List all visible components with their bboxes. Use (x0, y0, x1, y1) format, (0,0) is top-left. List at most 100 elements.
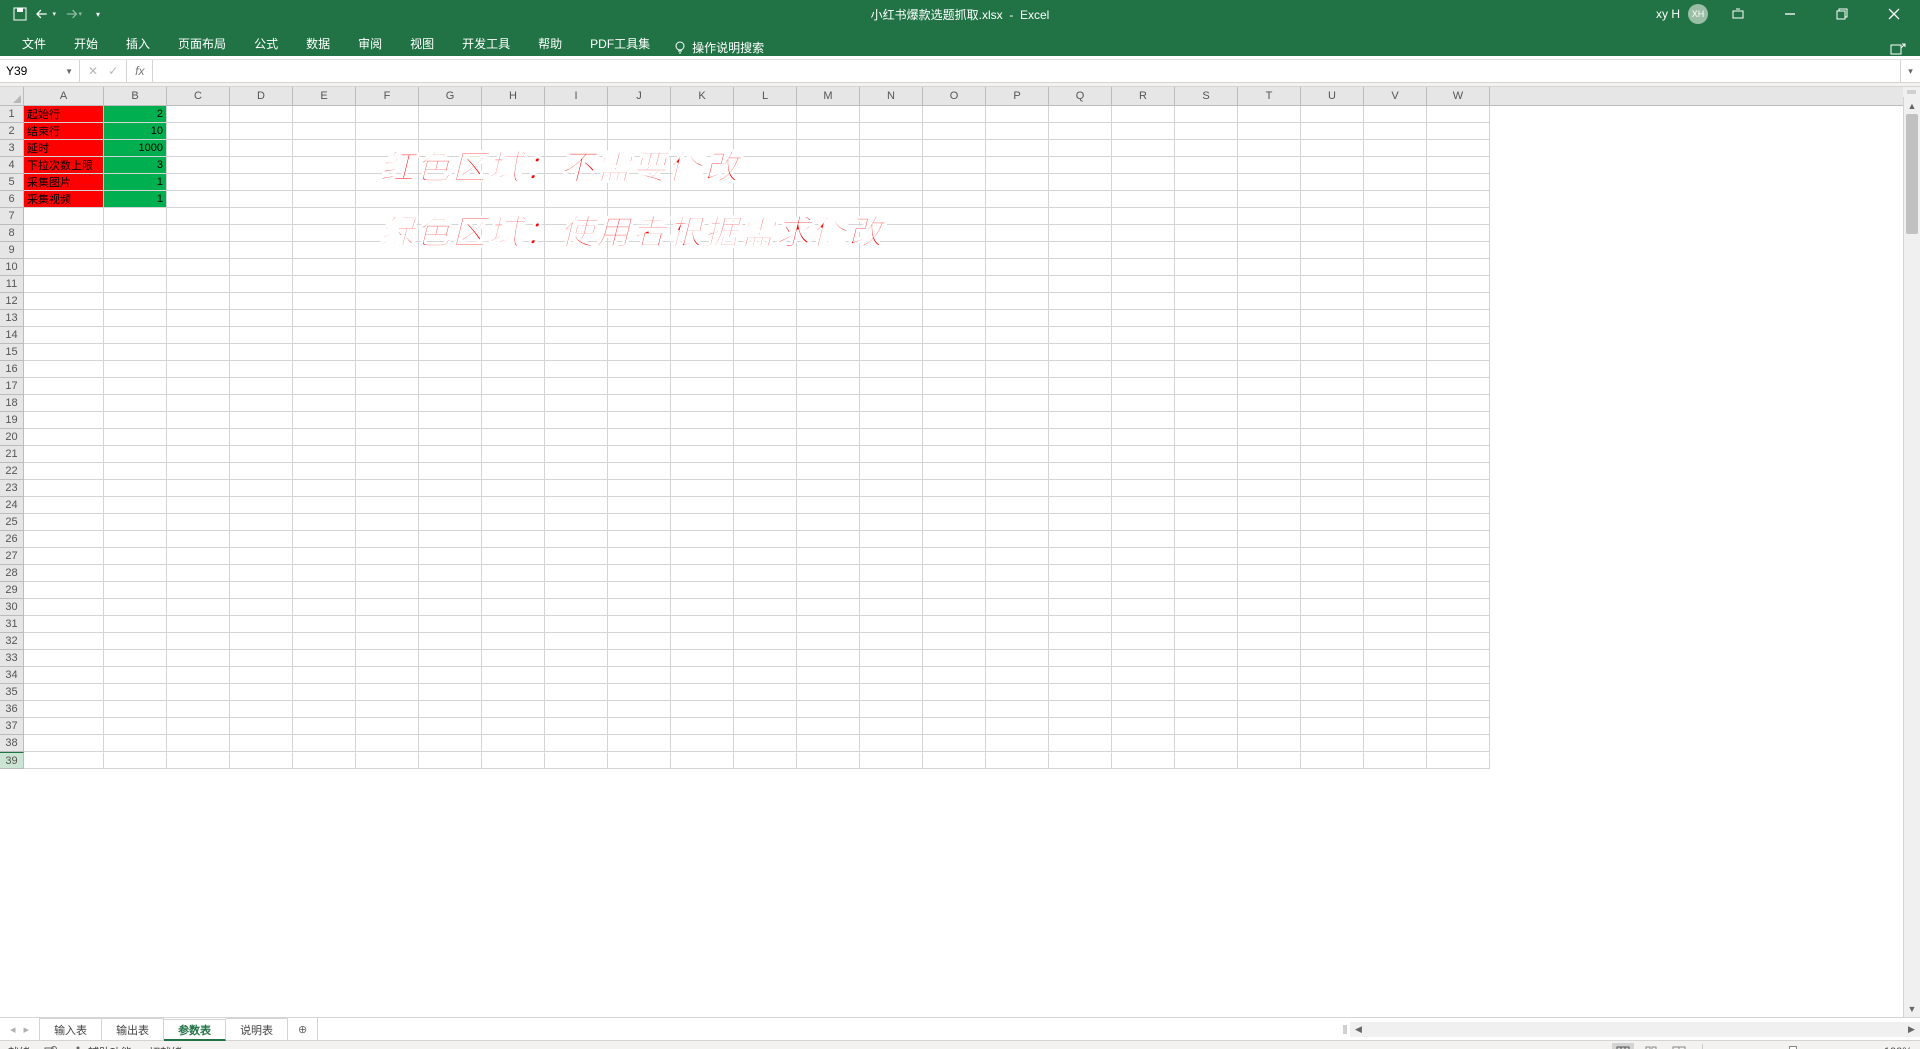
cell-R16[interactable] (1112, 361, 1175, 378)
cell-O30[interactable] (923, 599, 986, 616)
cell-T7[interactable] (1238, 208, 1301, 225)
cell-T24[interactable] (1238, 497, 1301, 514)
horizontal-split-handle[interactable] (1340, 1022, 1350, 1037)
cell-G23[interactable] (419, 480, 482, 497)
cell-N36[interactable] (860, 701, 923, 718)
cell-C20[interactable] (167, 429, 230, 446)
cell-I32[interactable] (545, 633, 608, 650)
cell-K35[interactable] (671, 684, 734, 701)
cell-T4[interactable] (1238, 157, 1301, 174)
cell-R24[interactable] (1112, 497, 1175, 514)
cell-G31[interactable] (419, 616, 482, 633)
cell-N27[interactable] (860, 548, 923, 565)
cell-A5[interactable]: 采集图片 (24, 174, 104, 191)
cell-G3[interactable] (419, 140, 482, 157)
cell-S8[interactable] (1175, 225, 1238, 242)
cell-E15[interactable] (293, 344, 356, 361)
cell-I15[interactable] (545, 344, 608, 361)
cell-H24[interactable] (482, 497, 545, 514)
cell-S33[interactable] (1175, 650, 1238, 667)
cell-J17[interactable] (608, 378, 671, 395)
cell-R8[interactable] (1112, 225, 1175, 242)
cell-H13[interactable] (482, 310, 545, 327)
cell-N10[interactable] (860, 259, 923, 276)
cell-O24[interactable] (923, 497, 986, 514)
zoom-in-button[interactable]: + (1862, 1044, 1870, 1049)
cell-U27[interactable] (1301, 548, 1364, 565)
cell-I28[interactable] (545, 565, 608, 582)
cell-U2[interactable] (1301, 123, 1364, 140)
cell-F35[interactable] (356, 684, 419, 701)
cell-C7[interactable] (167, 208, 230, 225)
cell-I20[interactable] (545, 429, 608, 446)
cell-M13[interactable] (797, 310, 860, 327)
cell-N16[interactable] (860, 361, 923, 378)
cell-T6[interactable] (1238, 191, 1301, 208)
column-header-V[interactable]: V (1364, 87, 1427, 105)
sheet-tab-0[interactable]: 输入表 (40, 1018, 102, 1040)
cell-G25[interactable] (419, 514, 482, 531)
cell-R26[interactable] (1112, 531, 1175, 548)
cell-Q12[interactable] (1049, 293, 1112, 310)
cell-I6[interactable] (545, 191, 608, 208)
cell-W26[interactable] (1427, 531, 1490, 548)
cell-P13[interactable] (986, 310, 1049, 327)
cell-Q23[interactable] (1049, 480, 1112, 497)
sheet-tab-1[interactable]: 输出表 (102, 1018, 164, 1040)
cell-L25[interactable] (734, 514, 797, 531)
cell-S30[interactable] (1175, 599, 1238, 616)
cell-K32[interactable] (671, 633, 734, 650)
cell-L20[interactable] (734, 429, 797, 446)
tab-view[interactable]: 视图 (396, 30, 448, 56)
cell-D29[interactable] (230, 582, 293, 599)
cell-J11[interactable] (608, 276, 671, 293)
cell-S11[interactable] (1175, 276, 1238, 293)
cell-H5[interactable] (482, 174, 545, 191)
cell-F7[interactable] (356, 208, 419, 225)
cell-R32[interactable] (1112, 633, 1175, 650)
cell-F37[interactable] (356, 718, 419, 735)
cell-G38[interactable] (419, 735, 482, 752)
cell-V34[interactable] (1364, 667, 1427, 684)
cell-N29[interactable] (860, 582, 923, 599)
cell-M37[interactable] (797, 718, 860, 735)
cell-J9[interactable] (608, 242, 671, 259)
cell-W28[interactable] (1427, 565, 1490, 582)
cell-N37[interactable] (860, 718, 923, 735)
cell-D16[interactable] (230, 361, 293, 378)
cell-E20[interactable] (293, 429, 356, 446)
cell-O18[interactable] (923, 395, 986, 412)
tab-page-layout[interactable]: 页面布局 (164, 30, 240, 56)
cell-T38[interactable] (1238, 735, 1301, 752)
cell-D9[interactable] (230, 242, 293, 259)
cell-Q38[interactable] (1049, 735, 1112, 752)
cell-M19[interactable] (797, 412, 860, 429)
cell-G10[interactable] (419, 259, 482, 276)
cell-A1[interactable]: 起始行 (24, 106, 104, 123)
cell-N26[interactable] (860, 531, 923, 548)
cell-K16[interactable] (671, 361, 734, 378)
cell-H36[interactable] (482, 701, 545, 718)
column-header-G[interactable]: G (419, 87, 482, 105)
cell-T14[interactable] (1238, 327, 1301, 344)
cell-U30[interactable] (1301, 599, 1364, 616)
cell-F17[interactable] (356, 378, 419, 395)
cell-L9[interactable] (734, 242, 797, 259)
cell-W33[interactable] (1427, 650, 1490, 667)
cell-V10[interactable] (1364, 259, 1427, 276)
cell-H6[interactable] (482, 191, 545, 208)
cell-H18[interactable] (482, 395, 545, 412)
cell-B16[interactable] (104, 361, 167, 378)
row-header-22[interactable]: 22 (0, 463, 24, 480)
cell-U1[interactable] (1301, 106, 1364, 123)
cancel-formula-icon[interactable]: ✕ (88, 64, 98, 78)
cell-L26[interactable] (734, 531, 797, 548)
cell-U25[interactable] (1301, 514, 1364, 531)
cell-A25[interactable] (24, 514, 104, 531)
cell-Q22[interactable] (1049, 463, 1112, 480)
cell-J12[interactable] (608, 293, 671, 310)
accessibility-status[interactable]: 辅助功能: 一切就绪 (72, 1044, 182, 1049)
column-header-E[interactable]: E (293, 87, 356, 105)
cell-S6[interactable] (1175, 191, 1238, 208)
cell-N15[interactable] (860, 344, 923, 361)
